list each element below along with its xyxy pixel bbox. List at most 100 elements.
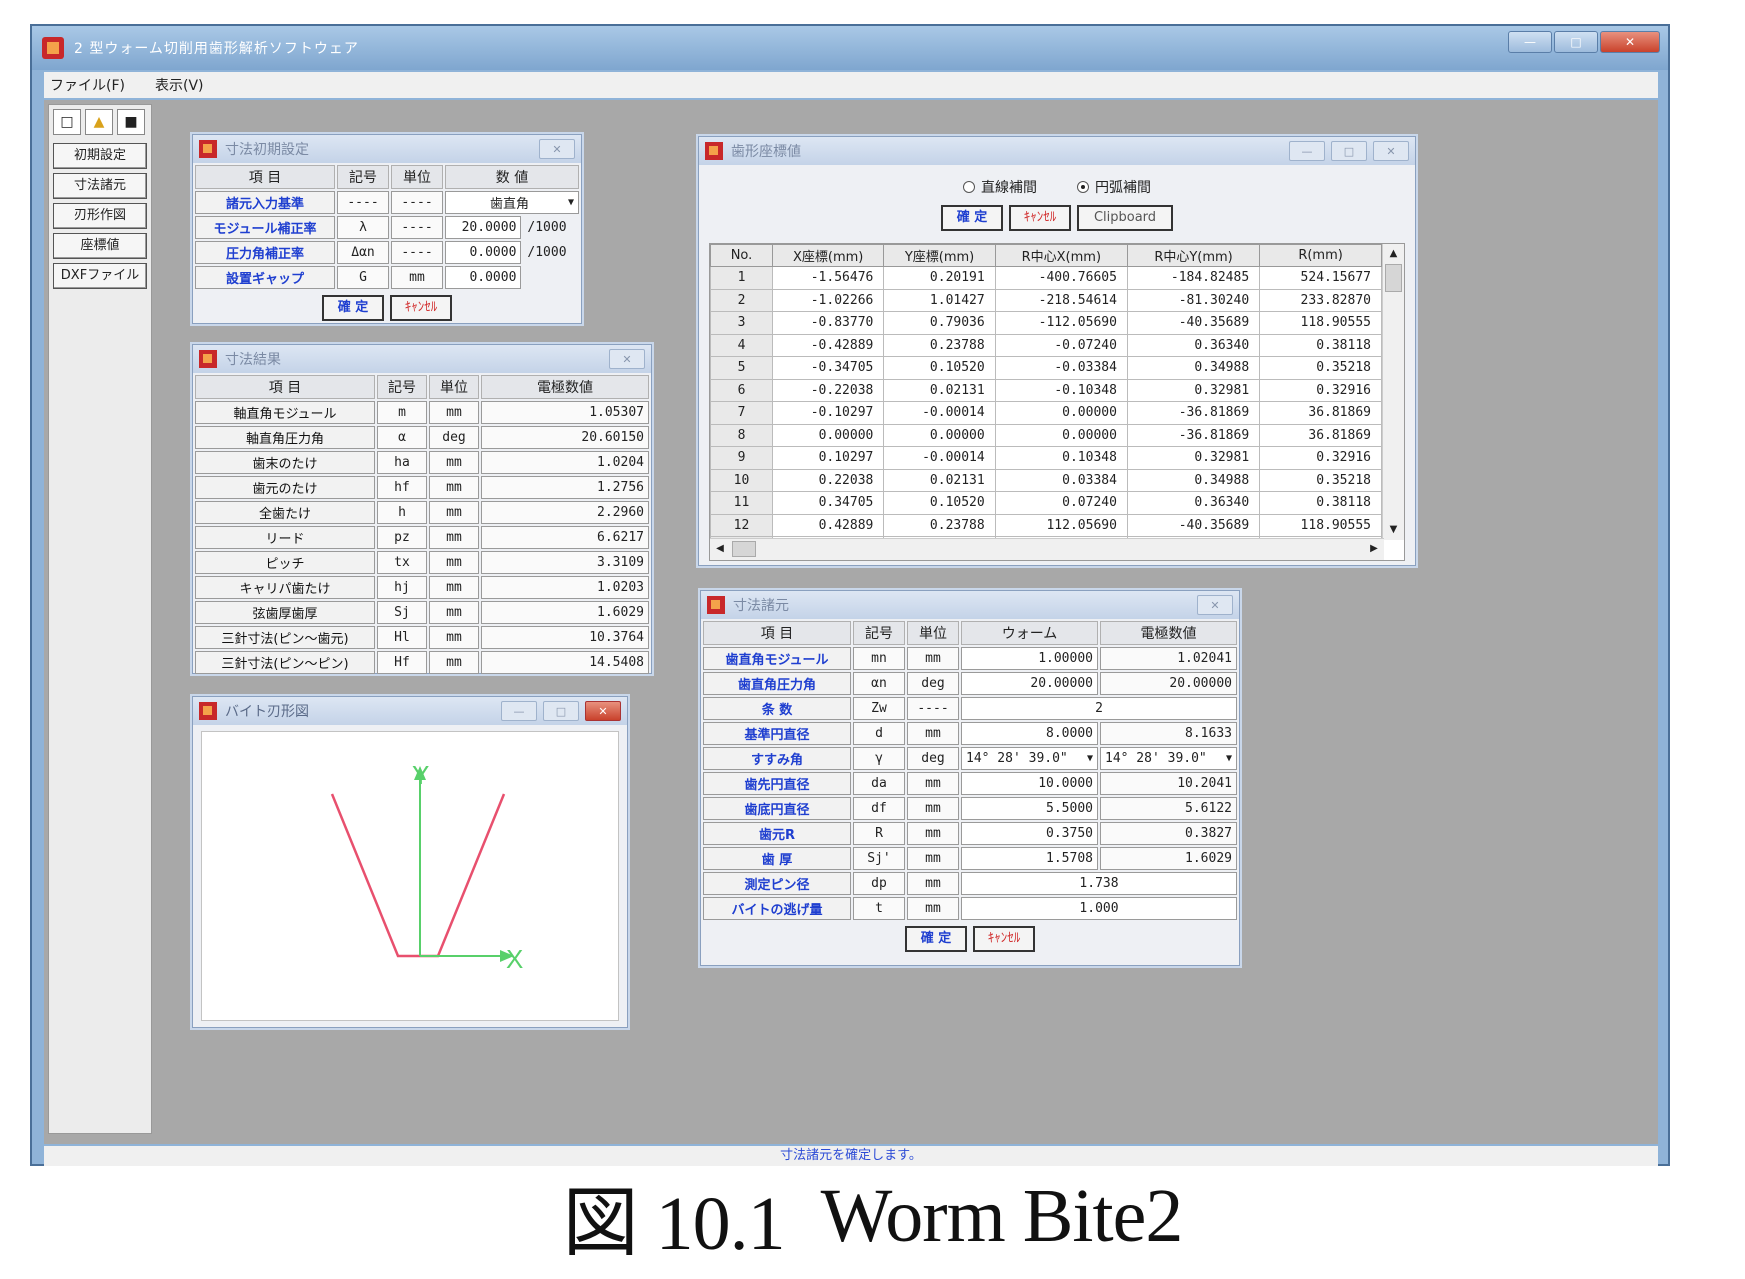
row-label: 軸直角圧力角 xyxy=(195,426,375,449)
module-correction-input[interactable]: 20.0000 xyxy=(445,216,522,239)
confirm-button[interactable]: 確 定 xyxy=(322,295,384,321)
worm-value-input[interactable]: 1.00000 xyxy=(961,647,1098,670)
window-close-icon[interactable]: ✕ xyxy=(539,139,575,159)
window-close-icon[interactable]: ✕ xyxy=(585,701,621,721)
cell-value: 0.03384 xyxy=(994,468,1128,492)
window-titlebar[interactable]: 歯形座標値 — □ ✕ xyxy=(699,137,1415,165)
window-close-icon[interactable]: ✕ xyxy=(1197,595,1233,615)
worm-value-input[interactable]: 10.0000 xyxy=(961,772,1098,795)
worm-value-input[interactable]: 5.5000 xyxy=(961,797,1098,820)
row-unit: mm xyxy=(429,626,479,649)
close-button[interactable]: ✕ xyxy=(1600,31,1660,53)
scroll-up-icon[interactable]: ▲ xyxy=(1383,244,1404,264)
minimize-button[interactable]: — xyxy=(1508,31,1552,53)
new-file-icon[interactable]: □ xyxy=(53,109,81,135)
row-label: 歯末のたけ xyxy=(195,451,375,474)
horizontal-scrollbar[interactable]: ◀ ▶ xyxy=(710,538,1384,560)
window-close-icon[interactable]: ✕ xyxy=(609,349,645,369)
col-rcx: R中心X(mm) xyxy=(994,244,1128,267)
save-disk-icon[interactable]: ■ xyxy=(117,109,145,135)
title-bar[interactable]: 2 型ウォーム切削用歯形解析ソフトウェア — □ ✕ xyxy=(32,26,1668,70)
scroll-thumb[interactable] xyxy=(1385,264,1402,292)
confirm-button[interactable]: 確 定 xyxy=(941,205,1003,231)
menu-view[interactable]: 表示(V) xyxy=(155,75,204,95)
window-titlebar[interactable]: バイト刃形図 — □ ✕ xyxy=(193,697,627,725)
initial-settings-button[interactable]: 初期設定 xyxy=(53,143,147,169)
row-symbol: m xyxy=(377,401,427,424)
row-value: 1.05307 xyxy=(481,401,649,424)
input-basis-select[interactable]: 歯直角 ▼ xyxy=(445,191,579,214)
open-folder-icon[interactable]: ▲ xyxy=(85,109,113,135)
menu-file[interactable]: ファイル(F) xyxy=(50,75,125,95)
table-row: バイトの逃げ量 t mm 1.000 xyxy=(703,897,1237,920)
select-value: 14° 28' 39.0" xyxy=(1105,751,1207,766)
window-close-icon[interactable]: ✕ xyxy=(1373,141,1409,161)
col-item: 項 目 xyxy=(195,165,335,189)
col-y: Y座標(mm) xyxy=(883,244,996,267)
table-row: 弦歯厚歯厚 Sj mm 1.6029 xyxy=(195,601,649,624)
linear-interp-radio[interactable]: 直線補間 xyxy=(963,177,1037,197)
row-label: 歯底円直径 xyxy=(703,797,851,820)
cell-value: 36.81869 xyxy=(1259,401,1382,425)
cancel-button[interactable]: ｷｬﾝｾﾙ xyxy=(1009,205,1071,231)
maximize-button[interactable]: □ xyxy=(1554,31,1598,53)
worm-lead-angle-select[interactable]: 14° 28' 39.0" ▼ xyxy=(961,747,1098,770)
row-number: 4 xyxy=(710,333,773,357)
row-number: 2 xyxy=(710,288,773,312)
worm-value-input[interactable]: 1.5708 xyxy=(961,847,1098,870)
window-minimize-icon[interactable]: — xyxy=(1289,141,1325,161)
dimension-spec-window: 寸法諸元 ✕ 項 目 記号 単位 ウォーム 電極数値 歯直角モジュール mn mm 1… xyxy=(700,590,1240,966)
dxf-file-button[interactable]: DXFファイル xyxy=(53,263,147,289)
worm-value-input[interactable]: 0.3750 xyxy=(961,822,1098,845)
coordinates-grid-container: No. X座標(mm) Y座標(mm) R中心X(mm) R中心Y(mm) R(… xyxy=(709,243,1405,561)
worm-value-input[interactable]: 1.000 xyxy=(961,897,1237,920)
clipboard-button[interactable]: Clipboard xyxy=(1077,205,1173,231)
cell-value: -218.54614 xyxy=(994,288,1128,312)
window-title: 寸法結果 xyxy=(225,352,281,368)
electrode-lead-angle-select[interactable]: 14° 28' 39.0" ▼ xyxy=(1100,747,1237,770)
row-symbol: pz xyxy=(377,526,427,549)
install-gap-input[interactable]: 0.0000 xyxy=(445,266,522,289)
worm-value-input[interactable]: 20.00000 xyxy=(961,672,1098,695)
cancel-button[interactable]: ｷｬﾝｾﾙ xyxy=(390,295,452,321)
row-unit: mm xyxy=(429,601,479,624)
spec-body: 歯直角モジュール mn mm 1.00000 1.02041 歯直角圧力角 αn deg 20.… xyxy=(703,647,1237,920)
scroll-down-icon[interactable]: ▼ xyxy=(1383,520,1404,540)
table-row: 歯元のたけ hf mm 1.2756 xyxy=(195,476,649,499)
blade-draw-button[interactable]: 刃形作図 xyxy=(53,203,147,229)
scroll-right-icon[interactable]: ▶ xyxy=(1364,539,1384,559)
table-row: 3 -0.83770 0.79036 -112.05690 -40.35689 118.9… xyxy=(710,311,1382,335)
table-row: 設置ギャップ G mm 0.0000 xyxy=(195,266,579,289)
scroll-left-icon[interactable]: ◀ xyxy=(710,539,730,559)
dimension-spec-button[interactable]: 寸法諸元 xyxy=(53,173,147,199)
window-icon xyxy=(199,350,217,368)
window-titlebar[interactable]: 寸法結果 ✕ xyxy=(193,345,651,373)
table-row: 基準円直径 d mm 8.0000 8.1633 xyxy=(703,722,1237,745)
select-value: 14° 28' 39.0" xyxy=(966,751,1068,766)
window-maximize-icon[interactable]: □ xyxy=(1331,141,1367,161)
cell-value: 0.20191 xyxy=(883,266,996,290)
table-row: 軸直角モジュール m mm 1.05307 xyxy=(195,401,649,424)
coordinates-button[interactable]: 座標値 xyxy=(53,233,147,259)
worm-value-input[interactable]: 8.0000 xyxy=(961,722,1098,745)
pressure-angle-correction-input[interactable]: 0.0000 xyxy=(445,241,522,264)
col-unit: 単位 xyxy=(907,621,959,645)
row-number: 12 xyxy=(710,513,773,537)
worm-value-input[interactable]: 2 xyxy=(961,697,1237,720)
chevron-down-icon[interactable]: ▼ xyxy=(1226,753,1232,764)
cancel-button[interactable]: ｷｬﾝｾﾙ xyxy=(973,926,1035,952)
window-titlebar[interactable]: 寸法初期設定 ✕ xyxy=(193,135,581,163)
window-minimize-icon[interactable]: — xyxy=(501,701,537,721)
table-row: 全歯たけ h mm 2.2960 xyxy=(195,501,649,524)
window-titlebar[interactable]: 寸法諸元 ✕ xyxy=(701,591,1239,619)
arc-interp-radio[interactable]: 円弧補間 xyxy=(1077,177,1151,197)
scroll-thumb[interactable] xyxy=(732,541,756,557)
window-maximize-icon[interactable]: □ xyxy=(543,701,579,721)
chevron-down-icon[interactable]: ▼ xyxy=(568,197,574,208)
vertical-scrollbar[interactable]: ▲ ▼ xyxy=(1382,244,1404,540)
row-unit: mm xyxy=(391,266,443,289)
confirm-button[interactable]: 確 定 xyxy=(905,926,967,952)
worm-value-input[interactable]: 1.738 xyxy=(961,872,1237,895)
chevron-down-icon[interactable]: ▼ xyxy=(1087,753,1093,764)
cell-value: 118.90555 xyxy=(1259,513,1382,537)
